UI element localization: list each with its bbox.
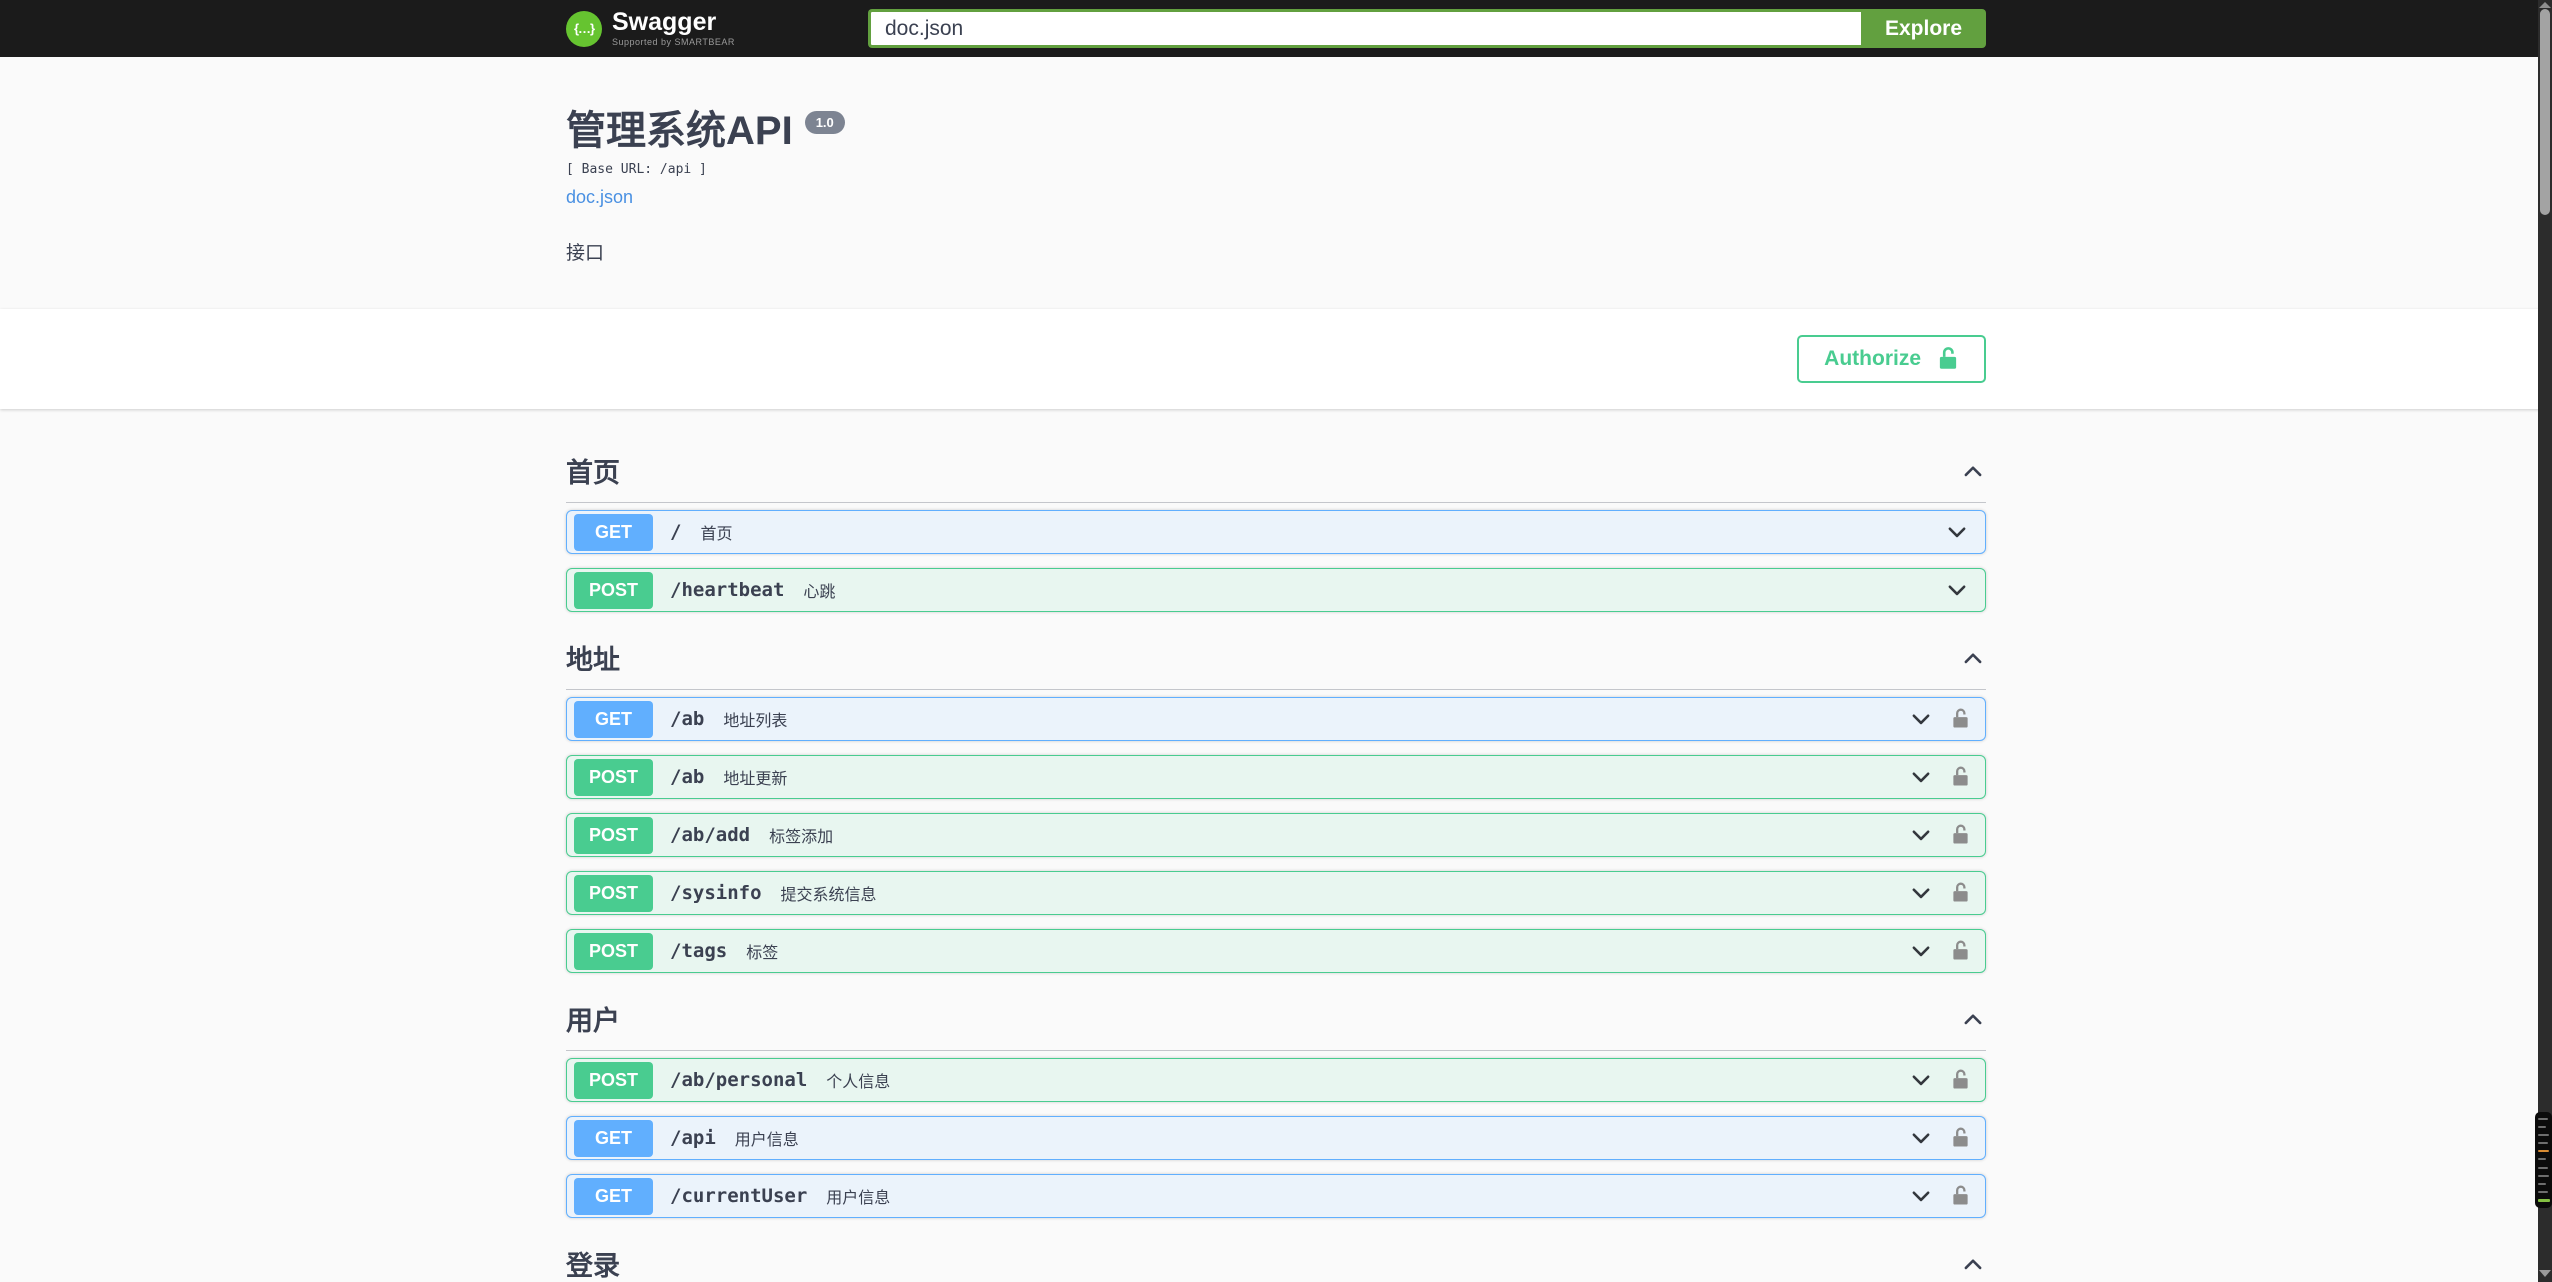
operation-row[interactable]: GET /currentUser 用户信息 (566, 1174, 1986, 1218)
method-badge: POST (574, 816, 653, 854)
base-url: [ Base URL: /api ] (566, 162, 707, 177)
chevron-down-icon[interactable] (1944, 577, 1970, 603)
spec-url-form: Explore (868, 9, 1986, 48)
tag-title: 首页 (566, 458, 620, 488)
chevron-up-icon[interactable] (1960, 645, 1986, 671)
operation-row[interactable]: POST /ab 地址更新 (566, 755, 1986, 799)
scroll-up-icon[interactable] (2539, 2, 2551, 8)
unlock-icon[interactable] (1951, 765, 1970, 789)
operation-row[interactable]: POST /heartbeat 心跳 (566, 568, 1986, 612)
tag-header[interactable]: 首页 (566, 441, 1986, 503)
operation-row[interactable]: GET / 首页 (566, 510, 1986, 554)
scrollbar-track[interactable] (2535, 0, 2552, 1282)
unlocked-padlock-icon (1939, 347, 1957, 369)
api-description: 接口 (566, 243, 605, 264)
operation-path: /currentUser (670, 1185, 808, 1207)
operation-summary: 标签添加 (769, 829, 834, 846)
chevron-down-icon[interactable] (1908, 1183, 1934, 1209)
spec-link[interactable]: doc.json (566, 187, 633, 208)
method-badge: POST (574, 758, 653, 796)
spec-url-input[interactable] (868, 9, 1861, 48)
chevron-down-icon[interactable] (1944, 519, 1970, 545)
chevron-down-icon[interactable] (1908, 1067, 1934, 1093)
operations-list: 首页 GET / 首页 POST /heartbeat 心跳 地址 GET /a… (566, 409, 1986, 1282)
api-tag-section: 用户 POST /ab/personal 个人信息 GET /api 用户信息 (566, 989, 1986, 1218)
operation-path: /tags (670, 940, 728, 962)
unlock-icon[interactable] (1951, 1068, 1970, 1092)
unlock-icon[interactable] (1951, 707, 1970, 731)
operation-row[interactable]: POST /ab/add 标签添加 (566, 813, 1986, 857)
method-badge: GET (574, 513, 653, 551)
tag-header[interactable]: 用户 (566, 989, 1986, 1051)
operation-summary: 提交系统信息 (780, 887, 877, 904)
operation-summary: 标签 (746, 945, 779, 962)
unlock-icon[interactable] (1951, 823, 1970, 847)
method-badge: POST (574, 571, 653, 609)
operation-summary: 个人信息 (826, 1074, 891, 1091)
operation-path: /sysinfo (670, 882, 762, 904)
chevron-down-icon[interactable] (1908, 880, 1934, 906)
scheme-container: Authorize (0, 309, 2552, 409)
chevron-down-icon[interactable] (1908, 1125, 1934, 1151)
operation-row[interactable]: POST /tags 标签 (566, 929, 1986, 973)
operation-summary: 地址列表 (723, 713, 788, 730)
operation-path: /api (670, 1127, 716, 1149)
operation-path: /ab (670, 708, 705, 730)
chevron-down-icon[interactable] (1908, 938, 1934, 964)
api-tag-section: 登录 POST /login 登录 POST /login/captcha 登录… (566, 1234, 1986, 1282)
chevron-up-icon[interactable] (1960, 1006, 1986, 1032)
unlock-icon[interactable] (1951, 1126, 1970, 1150)
tag-title: 地址 (566, 645, 620, 675)
api-info-section: 管理系统API 1.0 [ Base URL: /api ] doc.json … (0, 57, 2552, 309)
authorize-label: Authorize (1824, 347, 1921, 370)
method-badge: POST (574, 874, 653, 912)
explore-button[interactable]: Explore (1860, 9, 1986, 48)
unlock-icon[interactable] (1951, 881, 1970, 905)
operation-summary: 心跳 (803, 584, 836, 601)
operation-row[interactable]: POST /ab/personal 个人信息 (566, 1058, 1986, 1102)
api-tag-section: 地址 GET /ab 地址列表 POST /ab 地址更新 POST /ab/a… (566, 628, 1986, 973)
method-badge: GET (574, 700, 653, 738)
version-badge: 1.0 (804, 111, 845, 134)
operation-path: /heartbeat (670, 579, 785, 601)
scrollbar-thumb[interactable] (2540, 9, 2550, 215)
method-badge: POST (574, 932, 653, 970)
operation-path: /ab/add (670, 824, 751, 846)
chevron-up-icon[interactable] (1960, 458, 1986, 484)
method-badge: POST (574, 1061, 653, 1099)
logo-subtitle: Supported by SMARTBEAR (612, 37, 735, 47)
unlock-icon[interactable] (1951, 1184, 1970, 1208)
minimap-widget[interactable] (2535, 1112, 2552, 1208)
operation-row[interactable]: GET /api 用户信息 (566, 1116, 1986, 1160)
chevron-down-icon[interactable] (1908, 764, 1934, 790)
tag-title: 登录 (566, 1251, 620, 1281)
operation-summary: 用户信息 (826, 1190, 891, 1207)
unlock-icon[interactable] (1951, 939, 1970, 963)
method-badge: GET (574, 1119, 653, 1157)
scroll-down-icon[interactable] (2539, 1270, 2551, 1277)
operation-summary: 用户信息 (734, 1132, 799, 1149)
api-tag-section: 首页 GET / 首页 POST /heartbeat 心跳 (566, 441, 1986, 612)
tag-header[interactable]: 地址 (566, 628, 1986, 690)
operation-path: /ab (670, 766, 705, 788)
operation-row[interactable]: POST /sysinfo 提交系统信息 (566, 871, 1986, 915)
method-badge: GET (574, 1177, 653, 1215)
logo-title: Swagger (612, 8, 717, 36)
operation-path: /ab/personal (670, 1069, 808, 1091)
operation-summary: 首页 (700, 526, 733, 543)
operation-path: / (670, 521, 682, 543)
operation-row[interactable]: GET /ab 地址列表 (566, 697, 1986, 741)
swagger-brackets-icon: {…} (566, 10, 602, 47)
chevron-down-icon[interactable] (1908, 822, 1934, 848)
tag-title: 用户 (566, 1006, 620, 1036)
topbar: {…} Swagger Supported by SMARTBEAR Explo… (0, 0, 2552, 57)
chevron-up-icon[interactable] (1960, 1251, 1986, 1277)
swagger-logo[interactable]: {…} Swagger Supported by SMARTBEAR (566, 10, 735, 47)
authorize-button[interactable]: Authorize (1797, 335, 1986, 383)
operation-summary: 地址更新 (723, 771, 788, 788)
page-title: 管理系统API (566, 109, 793, 153)
chevron-down-icon[interactable] (1908, 706, 1934, 732)
tag-header[interactable]: 登录 (566, 1234, 1986, 1282)
